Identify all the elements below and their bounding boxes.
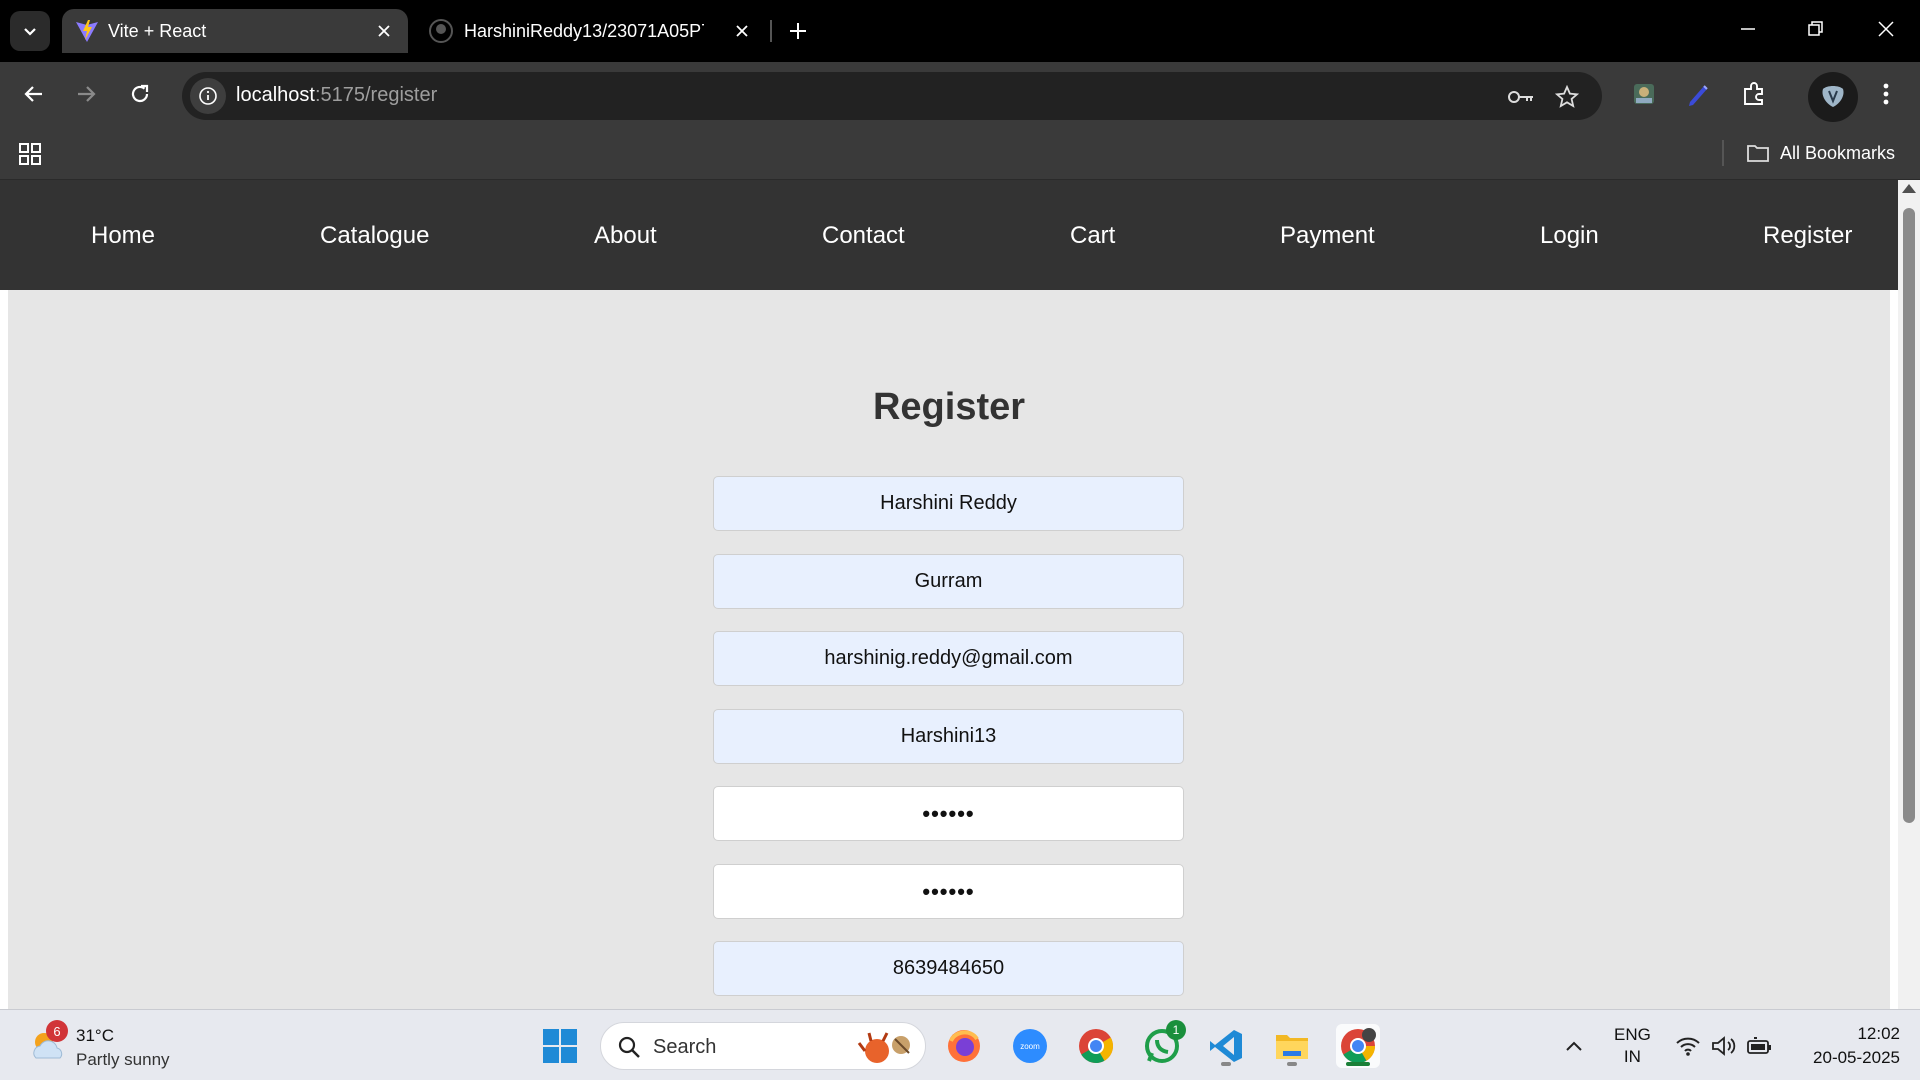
tab-title: HarshiniReddy13/23071A05P7_ <box>464 20 704 41</box>
confirm-password-input[interactable]: •••••• <box>713 864 1184 919</box>
url-host: localhost <box>236 84 315 106</box>
folder-icon <box>1747 145 1769 162</box>
forward-button[interactable] <box>66 74 106 114</box>
bookmarks-separator <box>1722 140 1724 166</box>
windows-start-icon[interactable] <box>538 1024 582 1068</box>
back-button[interactable] <box>14 74 54 114</box>
reload-button[interactable] <box>120 74 160 114</box>
file-explorer-icon[interactable] <box>1270 1024 1314 1068</box>
lang-line2: IN <box>1623 1047 1641 1066</box>
firefox-icon[interactable] <box>942 1024 986 1068</box>
all-bookmarks-button[interactable]: All Bookmarks <box>1746 138 1895 168</box>
password-input[interactable]: •••••• <box>713 786 1184 841</box>
bookmark-star-icon[interactable] <box>1550 80 1584 114</box>
browser-menu-button[interactable] <box>1866 74 1906 114</box>
search-icon <box>618 1036 640 1058</box>
restore-icon <box>1808 21 1823 36</box>
tab-title: Vite + React <box>108 20 207 41</box>
first-name-input[interactable]: Harshini Reddy <box>713 476 1184 531</box>
close-icon[interactable] <box>730 19 754 43</box>
chrome-active-icon[interactable] <box>1336 1024 1380 1068</box>
username-input[interactable]: Harshini13 <box>713 709 1184 764</box>
system-clock[interactable]: 12:02 20-05-2025 <box>1790 1022 1900 1070</box>
windows-taskbar: 6 31°C Partly sunny Search zoom 1 ENG IN… <box>0 1009 1920 1080</box>
info-icon <box>199 87 217 105</box>
page-viewport: Home Catalogue About Contact Cart Paymen… <box>0 180 1920 1009</box>
browser-tab-strip: Vite + React HarshiniReddy13/23071A05P7_ <box>0 0 1920 62</box>
more-vertical-icon <box>1883 83 1889 105</box>
browser-toolbar: localhost:5175/register <box>0 62 1920 126</box>
apps-grid-icon[interactable] <box>14 138 46 170</box>
lang-line1: ENG <box>1614 1025 1651 1044</box>
tab-github[interactable]: HarshiniReddy13/23071A05P7_ <box>416 9 766 53</box>
all-bookmarks-label: All Bookmarks <box>1780 142 1896 163</box>
tab-search-button[interactable] <box>10 11 50 51</box>
svg-text:zoom: zoom <box>1020 1042 1040 1051</box>
nav-link-home[interactable]: Home <box>91 222 155 250</box>
weather-widget[interactable]: 6 31°C Partly sunny <box>28 1020 208 1070</box>
address-bar[interactable]: localhost:5175/register <box>182 72 1602 120</box>
page-scrollbar[interactable] <box>1898 180 1920 1009</box>
nav-link-cart[interactable]: Cart <box>1070 222 1115 250</box>
github-icon <box>429 19 453 43</box>
profile-avatar[interactable] <box>1808 72 1858 122</box>
weather-temp: 31°C <box>76 1026 114 1045</box>
site-info-button[interactable] <box>190 78 226 114</box>
last-name-input[interactable]: Gurram <box>713 554 1184 609</box>
tab-separator <box>770 20 772 42</box>
whatsapp-badge: 1 <box>1166 1020 1186 1040</box>
restore-button[interactable] <box>1782 0 1850 58</box>
chevron-down-icon <box>24 28 36 36</box>
extensions-puzzle-icon[interactable] <box>1734 74 1774 114</box>
minimize-icon <box>1741 28 1755 30</box>
nav-link-payment[interactable]: Payment <box>1280 222 1375 250</box>
weather-badge: 6 <box>46 1020 68 1042</box>
reload-icon <box>131 84 149 103</box>
running-indicator <box>1287 1062 1297 1066</box>
register-heading: Register <box>872 386 1026 428</box>
nav-link-register[interactable]: Register <box>1763 222 1852 250</box>
taskbar-search[interactable]: Search <box>600 1022 926 1070</box>
vscode-icon[interactable] <box>1204 1024 1248 1068</box>
nav-link-contact[interactable]: Contact <box>822 222 905 250</box>
password-key-icon[interactable] <box>1504 80 1538 114</box>
scroll-up-arrow-icon[interactable] <box>1902 184 1916 193</box>
pen-extension-icon[interactable] <box>1678 74 1718 114</box>
nav-link-catalogue[interactable]: Catalogue <box>320 222 429 250</box>
clock-date: 20-05-2025 <box>1813 1048 1900 1067</box>
minimize-button[interactable] <box>1714 0 1782 58</box>
input-language[interactable]: ENG IN <box>1614 1024 1651 1068</box>
new-tab-button[interactable] <box>778 11 818 51</box>
site-navbar: Home Catalogue About Contact Cart Paymen… <box>0 180 1898 290</box>
vite-logo-icon <box>76 20 98 42</box>
close-icon <box>1878 21 1894 37</box>
scrollbar-thumb[interactable] <box>1903 208 1915 823</box>
url-text: localhost:5175/register <box>236 84 437 107</box>
plus-icon <box>790 23 806 39</box>
arrow-left-icon <box>24 86 42 102</box>
battery-icon[interactable] <box>1738 1024 1782 1068</box>
search-highlight-icon <box>857 1032 910 1063</box>
nav-link-login[interactable]: Login <box>1540 222 1599 250</box>
avatar-icon <box>1822 86 1844 107</box>
chrome-icon[interactable] <box>1074 1024 1118 1068</box>
clock-time: 12:02 <box>1857 1024 1900 1043</box>
close-icon[interactable] <box>372 19 396 43</box>
url-path: :5175/register <box>314 84 438 106</box>
bookmarks-bar: All Bookmarks <box>0 126 1920 180</box>
running-indicator <box>1221 1062 1231 1066</box>
nav-link-about[interactable]: About <box>594 222 657 250</box>
close-window-button[interactable] <box>1852 0 1920 58</box>
email-input[interactable]: harshinig.reddy@gmail.com <box>713 631 1184 686</box>
weather-desc: Partly sunny <box>76 1050 170 1069</box>
tab-vite-react[interactable]: Vite + React <box>62 9 408 53</box>
phone-input[interactable]: 8639484650 <box>713 941 1184 996</box>
running-indicator-active <box>1346 1062 1370 1066</box>
arrow-right-icon <box>78 86 96 102</box>
search-label: Search <box>653 1036 717 1058</box>
extension-ml-icon[interactable] <box>1624 74 1664 114</box>
show-hidden-icons-chevron-icon[interactable] <box>1552 1024 1596 1068</box>
zoom-icon[interactable]: zoom <box>1008 1024 1052 1068</box>
